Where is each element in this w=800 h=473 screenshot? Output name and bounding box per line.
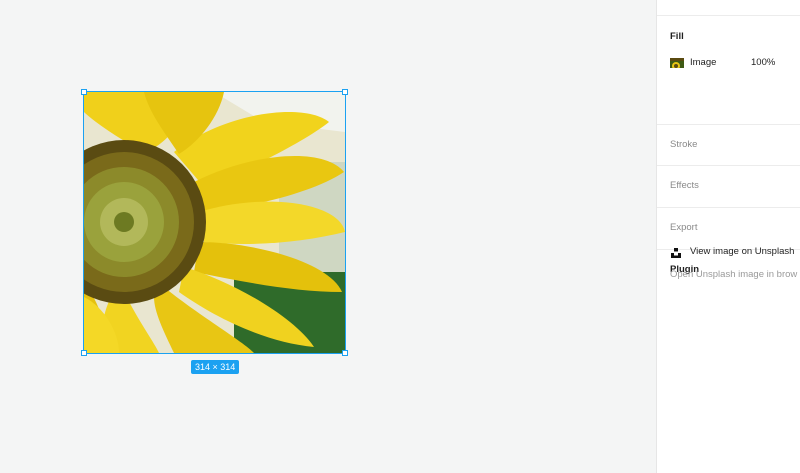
selection-size-badge: 314 × 314	[191, 360, 240, 374]
fill-opacity-value[interactable]: 100%	[751, 57, 775, 69]
export-section[interactable]: Export	[657, 208, 800, 250]
effects-title: Effects	[670, 180, 699, 191]
panel-top-section	[657, 0, 800, 16]
unsplash-icon	[670, 246, 682, 258]
resize-handle-top-right[interactable]	[342, 89, 348, 95]
image-thumbnail-icon	[670, 58, 684, 68]
effects-section[interactable]: Effects	[657, 166, 800, 208]
fill-section: Fill Image 100%	[657, 16, 800, 125]
stroke-section[interactable]: Stroke	[657, 125, 800, 166]
properties-panel: Fill Image 100% Stroke Effects Export Pl…	[656, 0, 800, 473]
sunflower-image[interactable]	[84, 92, 345, 353]
export-title: Export	[670, 222, 698, 233]
view-on-unsplash-button[interactable]: View image on Unsplash	[670, 246, 800, 258]
plugin-description: Open Unsplash image in brow	[670, 269, 798, 280]
resize-handle-bottom-left[interactable]	[81, 350, 87, 356]
fill-title: Fill	[670, 31, 684, 42]
resize-handle-top-left[interactable]	[81, 89, 87, 95]
resize-handle-bottom-right[interactable]	[342, 350, 348, 356]
view-on-unsplash-label: View image on Unsplash	[690, 246, 795, 257]
fill-row[interactable]: Image 100%	[670, 57, 800, 69]
canvas[interactable]: 314 × 314	[0, 0, 656, 473]
stroke-title: Stroke	[670, 139, 698, 150]
fill-type-label: Image	[690, 57, 717, 68]
sunflower-image-art	[84, 92, 345, 353]
